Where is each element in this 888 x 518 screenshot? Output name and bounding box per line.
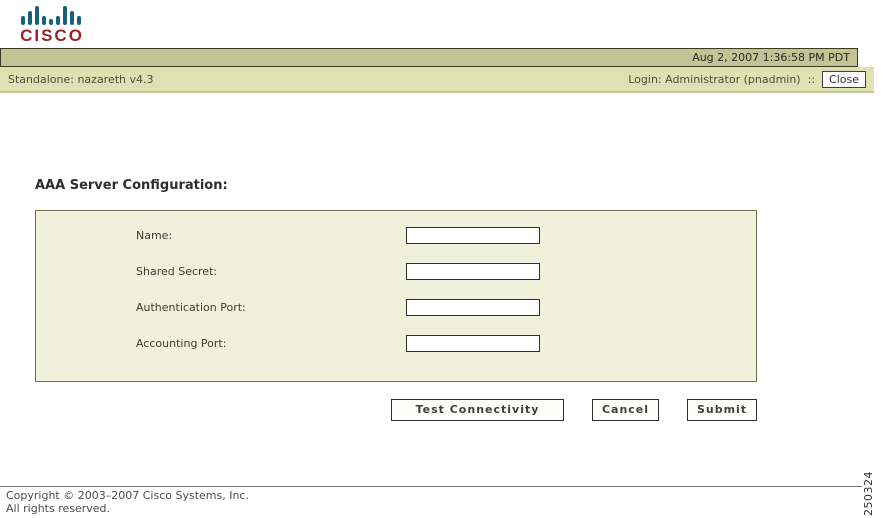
authentication-port-label: Authentication Port: xyxy=(136,301,246,314)
cisco-logo: CISCO xyxy=(20,4,84,46)
action-button-row: Test Connectivity Cancel Submit xyxy=(35,399,757,421)
login-separator: :: xyxy=(807,72,816,86)
copyright-line2: All rights reserved. xyxy=(6,502,111,515)
form-row-name: Name: xyxy=(36,227,756,247)
name-label: Name: xyxy=(136,229,173,242)
accounting-port-label: Accounting Port: xyxy=(136,337,227,350)
copyright-line1: Copyright © 2003–2007 Cisco Systems, Inc… xyxy=(6,489,249,502)
test-connectivity-button[interactable]: Test Connectivity xyxy=(391,399,564,421)
form-row-shared-secret: Shared Secret: xyxy=(36,263,756,283)
cisco-bridge-bars-icon xyxy=(21,6,81,25)
datetime-text: Aug 2, 2007 1:36:58 PM PDT xyxy=(692,51,850,64)
standalone-label: Standalone: nazareth v4.3 xyxy=(8,72,154,86)
accounting-port-input[interactable] xyxy=(406,335,540,352)
shared-secret-input[interactable] xyxy=(406,263,540,280)
close-button[interactable]: Close xyxy=(822,70,866,88)
datetime-bar: Aug 2, 2007 1:36:58 PM PDT xyxy=(0,48,858,67)
aaa-config-panel: Name: Shared Secret: Authentication Port… xyxy=(35,210,757,382)
cisco-logo-text: CISCO xyxy=(20,26,84,45)
page: CISCO Aug 2, 2007 1:36:58 PM PDT Standal… xyxy=(0,0,888,518)
shared-secret-label: Shared Secret: xyxy=(136,265,218,278)
footer-copyright: Copyright © 2003–2007 Cisco Systems, Inc… xyxy=(6,489,249,515)
page-title: AAA Server Configuration: xyxy=(35,178,228,193)
form-row-accounting-port: Accounting Port: xyxy=(36,335,756,355)
authentication-port-input[interactable] xyxy=(406,299,540,316)
name-input[interactable] xyxy=(406,227,540,244)
cancel-button[interactable]: Cancel xyxy=(592,399,659,421)
figure-number: 250324 xyxy=(862,471,875,516)
session-bar: Standalone: nazareth v4.3 Login: Adminis… xyxy=(0,67,874,93)
submit-button[interactable]: Submit xyxy=(687,399,757,421)
login-label: Login: Administrator (pnadmin) xyxy=(628,72,801,86)
footer-divider xyxy=(0,486,862,487)
form-row-authentication-port: Authentication Port: xyxy=(36,299,756,319)
